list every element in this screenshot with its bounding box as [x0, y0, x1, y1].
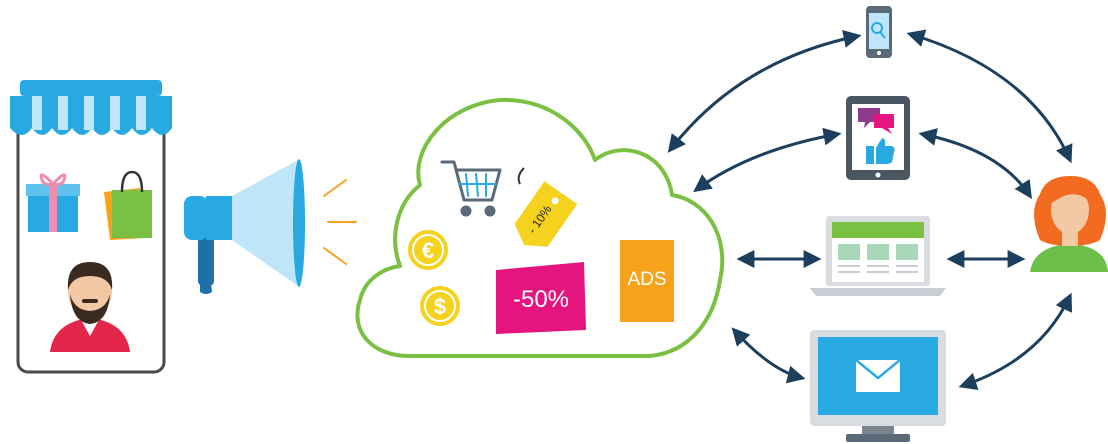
ads-block: ADS: [620, 240, 674, 322]
svg-text:€: €: [422, 238, 434, 263]
marketing-diagram: - 10% € $ -50% ADS: [10, 6, 1108, 442]
arrow-cloud-desktop: [731, 327, 806, 384]
arrow-phone-customer: [906, 29, 1073, 164]
euro-coin-icon: €: [408, 230, 448, 270]
megaphone-icon: [184, 159, 357, 294]
shop-icon: [10, 80, 172, 374]
arrow-tablet-customer: [918, 128, 1032, 200]
discount-sign-label: -50%: [513, 286, 569, 313]
ads-block-label: ADS: [627, 269, 666, 290]
shop-awning-icon: [10, 80, 172, 135]
dollar-coin-icon: $: [420, 286, 460, 326]
discount-sign: -50%: [496, 262, 586, 334]
smartphone-search-icon: [866, 6, 892, 58]
desktop-email-icon: [810, 330, 946, 442]
arrow-desktop-customer: [958, 292, 1073, 390]
arrow-cloud-tablet: [693, 127, 842, 193]
arrow-cloud-phone: [667, 30, 862, 153]
svg-text:$: $: [434, 294, 446, 319]
tablet-social-icon: [846, 96, 910, 180]
customer-avatar-icon: [1030, 176, 1108, 272]
laptop-website-icon: [810, 216, 946, 296]
